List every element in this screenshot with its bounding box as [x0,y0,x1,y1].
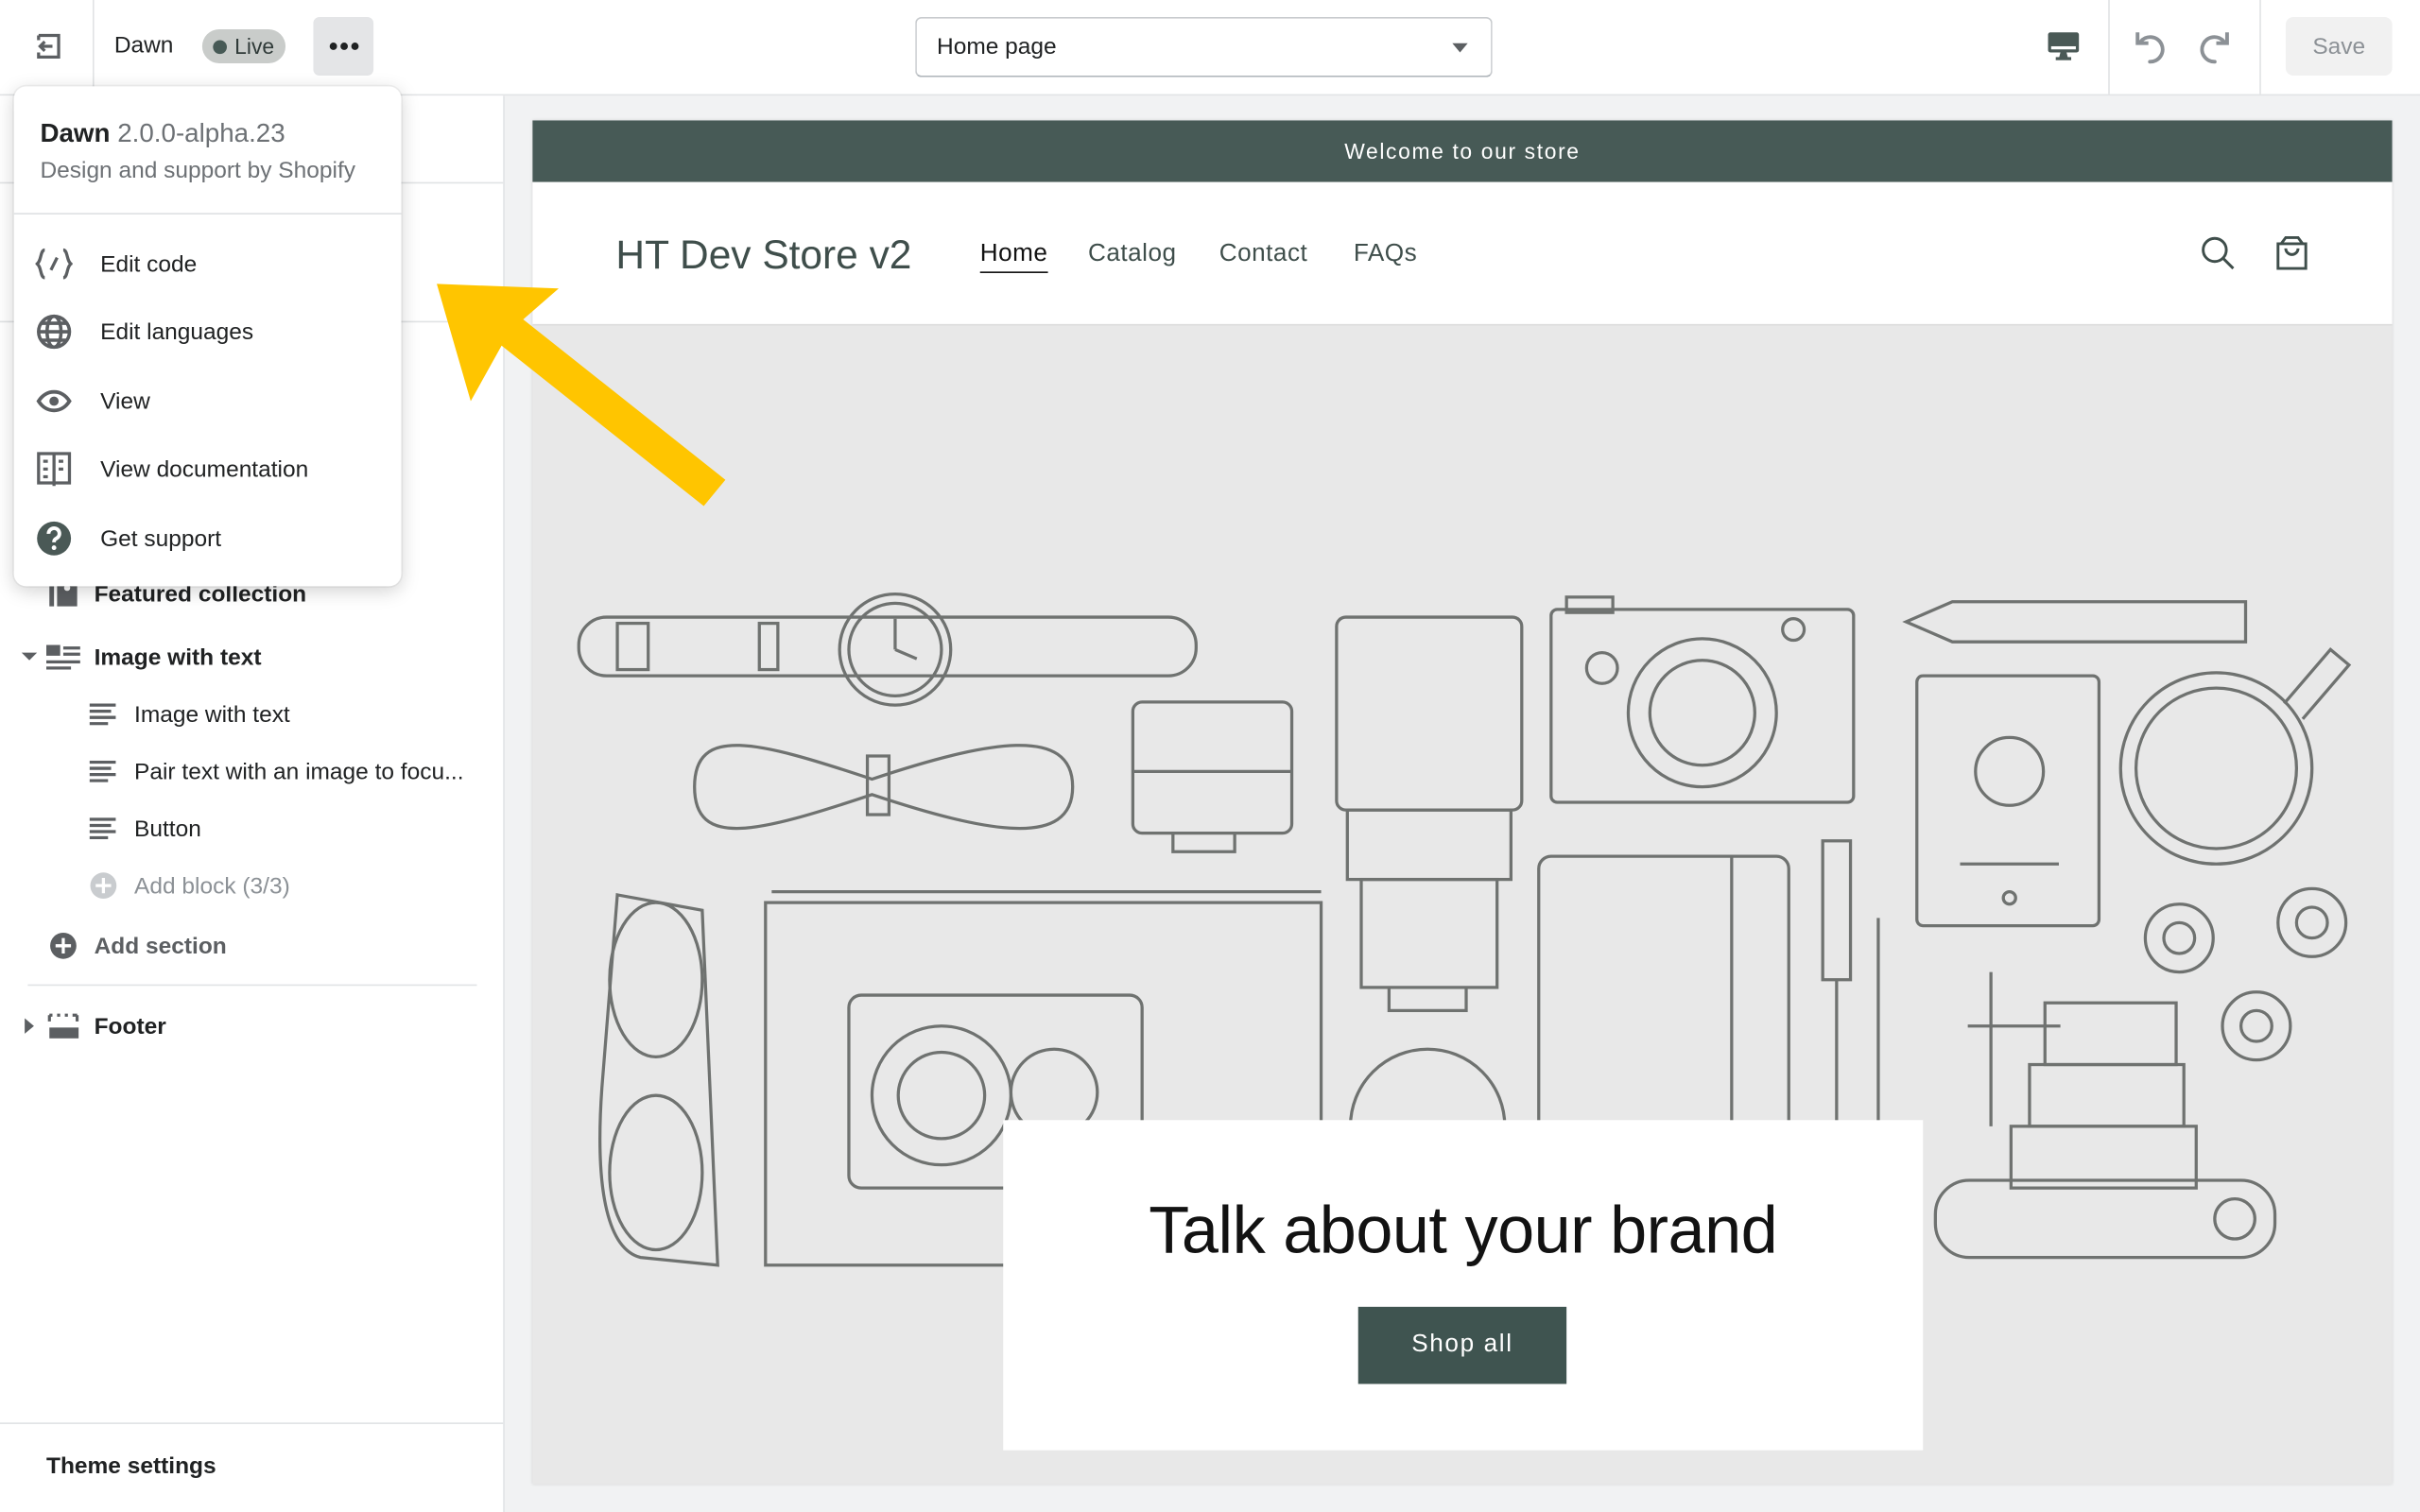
status-badge: Live [201,29,286,63]
desktop-view-button[interactable] [2037,22,2090,71]
shop-all-button[interactable]: Shop all [1357,1306,1567,1384]
exit-icon [37,33,60,60]
store-preview: Welcome to our store HT Dev Store v2 Hom… [532,120,2393,1485]
section-footer[interactable]: Footer [0,1003,503,1049]
nav-home[interactable]: Home [979,241,1048,273]
hero-heading: Talk about your brand [1149,1194,1778,1269]
text-block-icon [89,817,116,840]
menu-item-view-documentation[interactable]: View documentation [14,438,402,500]
code-icon [35,248,73,280]
block-item[interactable]: Image with text [0,691,503,737]
save-button[interactable]: Save [2285,16,2393,76]
chevron-down-icon [1452,43,1468,53]
more-actions-button[interactable] [313,16,374,76]
page-select[interactable]: Home page [915,16,1493,77]
nav-contact[interactable]: Contact [1219,241,1307,268]
plus-circle-icon [90,872,117,900]
plus-circle-icon [50,932,77,959]
caret-down-icon[interactable] [20,651,39,663]
menu-theme-name: Dawn [40,118,111,148]
add-section-label: Add section [94,932,227,959]
caret-right-icon[interactable] [23,1017,35,1036]
block-label: Button [134,815,201,842]
section-label: Footer [94,1012,166,1040]
block-item[interactable]: Button [0,805,503,851]
theme-settings-button[interactable]: Theme settings [46,1453,216,1480]
menu-theme-version: 2.0.0-alpha.23 [117,118,285,148]
block-label: Image with text [134,701,290,728]
status-label: Live [234,33,275,60]
menu-item-edit-languages[interactable]: Edit languages [14,301,402,362]
desktop-icon [2048,32,2080,60]
menu-item-label: Edit code [100,250,198,278]
store-logo[interactable]: HT Dev Store v2 [615,232,911,280]
menu-item-get-support[interactable]: Get support [14,507,402,569]
add-block-button[interactable]: Add block (3/3) [0,863,503,909]
menu-subtitle: Design and support by Shopify [40,157,355,184]
undo-icon [2135,32,2165,64]
menu-item-label: Edit languages [100,318,254,345]
theme-name: Dawn [113,32,174,60]
book-icon [37,452,72,487]
exit-button[interactable] [22,22,75,71]
announcement-bar: Welcome to our store [532,120,2393,182]
undo-button[interactable] [2127,22,2176,71]
text-block-icon [89,760,116,782]
menu-item-view[interactable]: View [14,370,402,432]
add-block-label: Add block (3/3) [134,872,290,900]
store-header: HT Dev Store v2 Home Catalog Contact FAQ… [532,181,2393,326]
search-icon[interactable] [2200,234,2237,271]
page-select-value: Home page [937,33,1057,60]
more-horizontal-icon [328,43,358,50]
redo-button[interactable] [2188,22,2238,71]
nav-catalog[interactable]: Catalog [1088,241,1176,268]
add-section-button[interactable]: Add section [0,922,503,969]
block-item[interactable]: Pair text with an image to focu... [0,748,503,795]
menu-item-label: View [100,387,150,415]
menu-title: Dawn 2.0.0-alpha.23 [40,119,285,150]
content-box: Talk about your brand Shop all [1003,1120,1924,1451]
menu-item-edit-code[interactable]: Edit code [14,233,402,295]
nav-faqs[interactable]: FAQs [1354,241,1417,268]
image-text-icon [45,644,80,670]
eye-icon [36,389,72,413]
block-label: Pair text with an image to focu... [134,758,464,785]
section-image-with-text[interactable]: Image with text [0,634,503,680]
cart-icon[interactable] [2273,233,2310,273]
theme-actions-menu: Dawn 2.0.0-alpha.23 Design and support b… [13,86,402,587]
redo-icon [2200,32,2229,64]
top-bar: Dawn Live Home page Save [0,0,2420,96]
question-icon [37,521,72,556]
footer-icon [47,1013,79,1039]
menu-item-label: Get support [100,524,222,552]
divider [27,984,477,987]
text-block-icon [89,703,116,726]
menu-item-label: View documentation [100,455,309,483]
section-label: Image with text [94,644,262,671]
status-dot [213,39,227,54]
globe-icon [37,314,72,350]
